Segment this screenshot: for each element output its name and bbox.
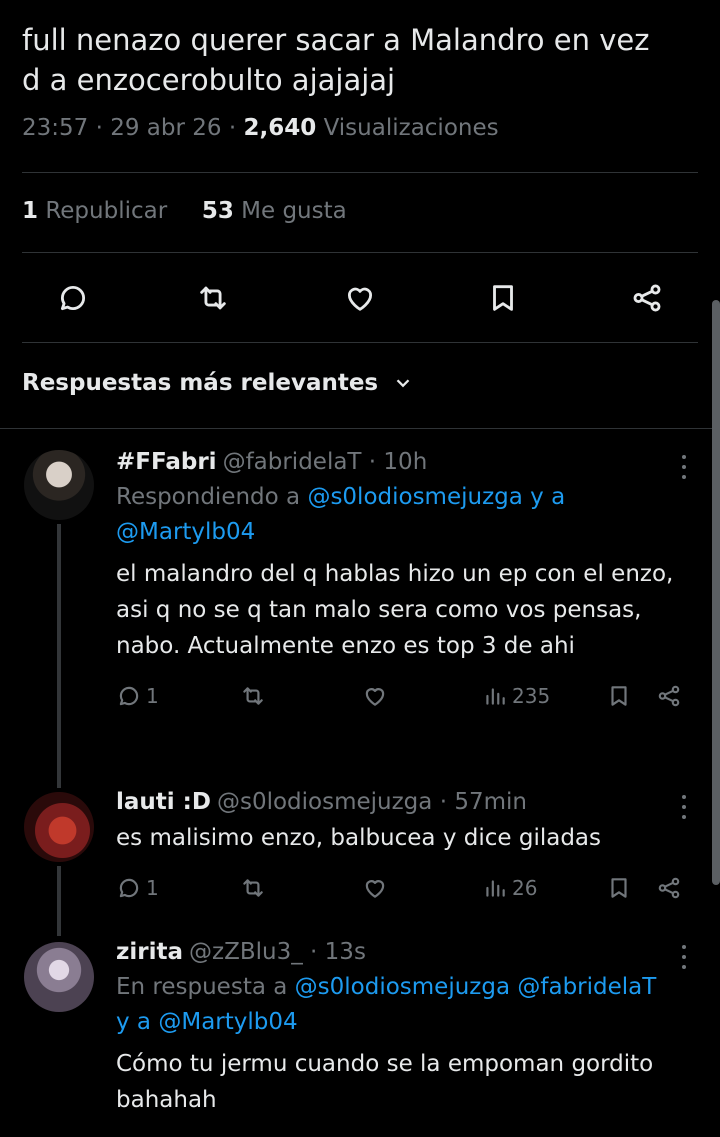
replying-to: En respuesta a @s0lodiosmejuzga @fabride… <box>116 974 657 1035</box>
tweet-stats: 1 Republicar 53 Me gusta <box>22 198 347 224</box>
more-options-button[interactable] <box>674 792 694 822</box>
reply-author-handle[interactable]: @zZBlu3_ <box>189 939 303 965</box>
views-count: 235 <box>512 684 551 708</box>
sort-label: Respuestas más relevantes <box>22 370 379 396</box>
like-icon <box>365 880 385 898</box>
mention-link[interactable]: @fabridelaT <box>517 974 656 1000</box>
like-icon <box>365 688 385 706</box>
reply-header: #FFabri @fabridelaT · 10h <box>116 449 428 475</box>
like-button[interactable] <box>362 868 388 908</box>
divider <box>22 252 698 253</box>
views-label: Visualizaciones <box>323 115 499 141</box>
reply-item: #FFabri @fabridelaT · 10h Respondiendo a … <box>116 444 696 716</box>
reply-text: es malisimo enzo, balbucea y dice gilada… <box>116 825 602 851</box>
thread-line <box>57 866 61 936</box>
divider <box>22 342 698 343</box>
tweet-date[interactable]: 29 abr 26 <box>110 115 221 141</box>
repost-icon <box>243 687 263 705</box>
reply-header: lauti :D @s0lodiosmejuzga · 57min <box>116 789 527 815</box>
replies-sort-dropdown[interactable]: Respuestas más relevantes <box>22 370 414 396</box>
bookmark-icon <box>611 878 627 898</box>
replying-to: Respondiendo a @s0lodiosmejuzga y a @Mar… <box>116 484 566 545</box>
reply-button[interactable] <box>50 275 96 321</box>
share-icon <box>633 284 661 312</box>
views-button[interactable]: 26 <box>482 868 537 908</box>
repost-button[interactable] <box>240 676 266 716</box>
reply-item: lauti :D @s0lodiosmejuzga · 57min es mali… <box>116 784 696 908</box>
reply-count: 1 <box>146 684 159 708</box>
views-icon <box>486 880 505 897</box>
tweet-text-line-2: d a enzocerobulto ajajajaj <box>22 63 396 97</box>
bookmark-icon <box>493 285 513 311</box>
chevron-down-icon <box>396 379 410 388</box>
reply-action-bar: 1 235 <box>116 676 696 716</box>
repost-button[interactable] <box>240 868 266 908</box>
tweet-action-bar <box>0 275 720 321</box>
share-button[interactable] <box>656 676 682 716</box>
reply-text: el malandro del q hablas hizo un ep con … <box>116 561 674 659</box>
share-button[interactable] <box>624 275 670 321</box>
reply-count: 1 <box>146 876 159 900</box>
reply-author-name[interactable]: zirita <box>116 939 183 965</box>
tweet-text: full nenazo querer sacar a Malandro en v… <box>22 20 702 100</box>
mention-link[interactable]: @s0lodiosmejuzga <box>295 974 510 1000</box>
likes-stat[interactable]: 53 Me gusta <box>202 198 347 224</box>
more-options-button[interactable] <box>674 452 694 482</box>
reposts-stat[interactable]: 1 Republicar <box>22 198 167 224</box>
reply-icon <box>119 878 139 898</box>
divider <box>22 172 698 173</box>
share-icon <box>658 877 680 899</box>
like-icon <box>347 287 373 311</box>
mention-link[interactable]: @Martylb04 <box>116 519 255 545</box>
share-button[interactable] <box>656 868 682 908</box>
like-button[interactable] <box>362 676 388 716</box>
thread-line <box>57 524 61 788</box>
reply-button[interactable]: 1 <box>116 676 159 716</box>
repost-icon <box>200 286 226 310</box>
views-button[interactable]: 235 <box>482 676 550 716</box>
reply-time: 10h <box>383 449 428 475</box>
repost-icon <box>243 879 263 897</box>
reply-icon <box>60 285 86 311</box>
reply-author-handle[interactable]: @fabridelaT <box>223 449 362 475</box>
mention-joiner[interactable]: y a <box>530 484 565 510</box>
bookmark-button[interactable] <box>480 275 526 321</box>
reply-button[interactable]: 1 <box>116 868 159 908</box>
more-options-button[interactable] <box>674 942 694 972</box>
mention-joiner[interactable]: y a <box>116 1009 151 1035</box>
reply-text: Cómo tu jermu cuando se la empoman gordi… <box>116 1051 654 1113</box>
tweet-time[interactable]: 23:57 <box>22 115 88 141</box>
repost-button[interactable] <box>190 275 236 321</box>
mention-link[interactable]: @s0lodiosmejuzga <box>307 484 522 510</box>
share-icon <box>658 685 680 707</box>
avatar[interactable] <box>24 450 94 520</box>
tweet-meta: 23:57 · 29 abr 26 · 2,640 Visualizacione… <box>22 115 499 141</box>
reply-action-bar: 1 26 <box>116 868 696 908</box>
reply-time: 13s <box>324 939 366 965</box>
views-count: 2,640 <box>243 115 317 141</box>
reply-author-name[interactable]: #FFabri <box>116 449 217 475</box>
reply-time: 57min <box>454 789 527 815</box>
bookmark-button[interactable] <box>606 868 632 908</box>
reply-header: zirita @zZBlu3_ · 13s <box>116 939 366 965</box>
reply-author-name[interactable]: lauti :D <box>116 789 211 815</box>
views-icon <box>486 688 505 705</box>
scrollbar[interactable] <box>712 300 720 885</box>
reply-author-handle[interactable]: @s0lodiosmejuzga <box>217 789 432 815</box>
reply-item: zirita @zZBlu3_ · 13s En respuesta a @s0l… <box>116 934 696 1118</box>
tweet-text-line-1: full nenazo querer sacar a Malandro en v… <box>22 23 650 57</box>
avatar[interactable] <box>24 942 94 1012</box>
avatar[interactable] <box>24 792 94 862</box>
divider <box>0 428 720 429</box>
mention-link[interactable]: @Martylb04 <box>158 1009 297 1035</box>
views-count: 26 <box>512 876 538 900</box>
like-button[interactable] <box>337 275 383 321</box>
bookmark-button[interactable] <box>606 676 632 716</box>
bookmark-icon <box>611 686 627 706</box>
reply-icon <box>119 686 139 706</box>
